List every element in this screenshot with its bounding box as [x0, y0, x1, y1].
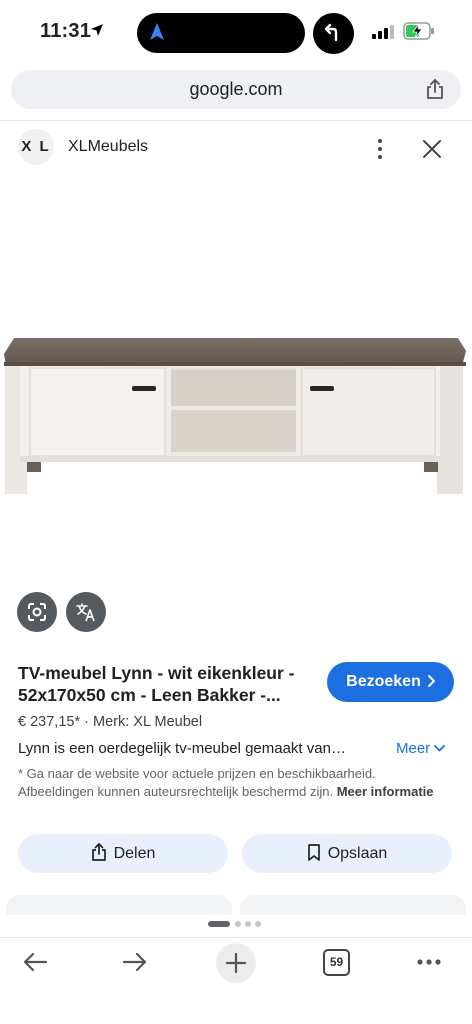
product-image[interactable] — [0, 326, 472, 501]
share-icon — [91, 843, 106, 861]
disclaimer: * Ga naar de website voor actuele prijze… — [18, 765, 438, 801]
related-card-peek[interactable] — [240, 895, 466, 915]
lens-search-button[interactable] — [17, 592, 57, 632]
lens-icon — [28, 603, 46, 621]
translate-icon — [76, 603, 95, 622]
new-tab-button[interactable] — [216, 943, 256, 983]
status-bar: 11:31 — [0, 0, 472, 66]
chevron-down-icon — [434, 745, 446, 752]
signal-icon — [372, 25, 394, 39]
battery-charging-icon — [403, 22, 434, 40]
plus-icon — [225, 952, 247, 974]
more-label: Meer — [396, 740, 431, 757]
tab-switcher-button[interactable]: 59 — [323, 949, 350, 976]
share-label: Delen — [113, 845, 156, 862]
divider — [0, 120, 472, 121]
site-logo[interactable]: X L — [18, 129, 54, 165]
save-label: Opslaan — [327, 845, 388, 862]
forward-icon[interactable] — [122, 951, 148, 973]
more-button[interactable]: Meer — [396, 740, 446, 757]
back-icon[interactable] — [22, 951, 48, 973]
product-meta: € 237,15* · Merk: XL Meubel — [18, 714, 202, 730]
page-dot — [235, 921, 241, 927]
navigation-icon — [150, 23, 164, 40]
share-button[interactable]: Delen — [18, 834, 228, 873]
page-dot — [245, 921, 251, 927]
status-time: 11:31 — [40, 20, 92, 42]
price: € 237,15* — [18, 714, 81, 730]
bookmark-icon — [307, 844, 320, 861]
site-name[interactable]: XLMeubels — [68, 138, 148, 156]
more-options-icon[interactable] — [370, 138, 390, 160]
location-arrow-icon — [91, 24, 103, 36]
back-arrow-icon — [324, 23, 338, 42]
chevron-right-icon — [427, 675, 435, 687]
back-to-app-button[interactable] — [313, 13, 354, 54]
product-description: Lynn is een oerdegelijk tv-meubel gemaak… — [18, 740, 346, 757]
disclaimer-text: * Ga naar de website voor actuele prijze… — [18, 766, 376, 799]
meta-separator: · — [84, 714, 89, 730]
page-dot — [255, 921, 261, 927]
more-info-link[interactable]: Meer informatie — [337, 784, 434, 799]
close-icon[interactable] — [421, 138, 443, 160]
save-button[interactable]: Opslaan — [242, 834, 452, 873]
url-text: google.com — [189, 79, 283, 99]
page-dot-active — [208, 921, 230, 927]
translate-button[interactable] — [66, 592, 106, 632]
visit-label: Bezoeken — [346, 673, 421, 690]
brand: Merk: XL Meubel — [93, 714, 203, 730]
more-menu-icon[interactable] — [416, 958, 442, 966]
url-bar[interactable]: google.com — [11, 70, 461, 109]
dynamic-island — [137, 13, 305, 53]
visit-button[interactable]: Bezoeken — [327, 662, 454, 702]
related-card-peek[interactable] — [6, 895, 232, 915]
product-title[interactable]: TV-meubel Lynn - wit eikenkleur - 52x170… — [18, 662, 318, 706]
share-icon[interactable] — [425, 78, 445, 100]
